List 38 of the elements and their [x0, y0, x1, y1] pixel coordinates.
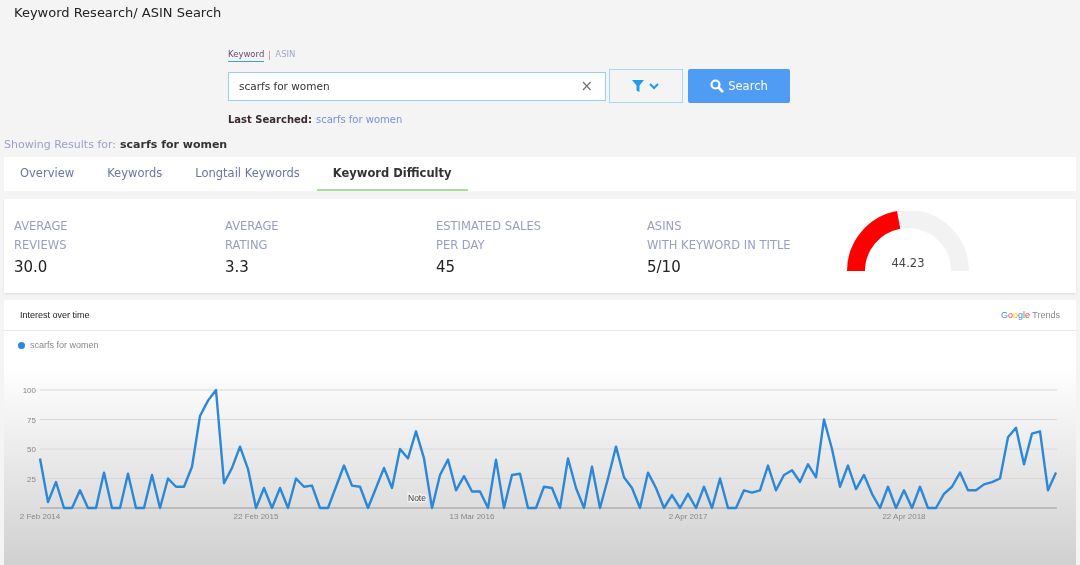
- funnel-icon: [631, 79, 661, 93]
- y-tick-label: 25: [27, 474, 36, 484]
- y-tick-label: 75: [27, 415, 36, 425]
- search-icon: [710, 79, 725, 93]
- results-keyword: scarfs for women: [120, 138, 228, 151]
- tab[interactable]: Overview: [4, 157, 91, 191]
- search-mode-tab[interactable]: Keyword: [228, 49, 265, 62]
- search-button[interactable]: Search: [688, 69, 790, 103]
- x-tick-label: 2 Apr 2017: [668, 512, 708, 521]
- stat-value: 5/10: [647, 258, 682, 276]
- stat-value: 3.3: [225, 258, 250, 276]
- tab[interactable]: Longtail Keywords: [179, 157, 316, 191]
- tab[interactable]: Keyword Difficulty: [316, 157, 468, 191]
- legend-label: scarfs for women: [30, 340, 99, 350]
- search-field[interactable]: scarfs for women ×: [228, 71, 606, 101]
- x-tick-label: 22 Feb 2015: [233, 512, 279, 521]
- y-tick-label: 50: [27, 445, 36, 454]
- x-tick-label: 13 Mar 2016: [449, 512, 495, 521]
- tab[interactable]: Keywords: [91, 157, 179, 191]
- stat-label: AVERAGE RATING: [225, 218, 280, 254]
- page-title: Keyword Research/ ASIN Search: [13, 4, 223, 22]
- stat-label: ASINS WITH KEYWORD IN TITLE: [647, 218, 792, 254]
- x-tick-label: 2 Feb 2014: [19, 512, 61, 521]
- stat-value: 45: [436, 258, 457, 276]
- stat-value: 30.0: [14, 258, 49, 276]
- clear-button[interactable]: ×: [580, 77, 605, 95]
- x-tick-label: 22 Apr 2018: [882, 512, 926, 521]
- y-tick-label: 100: [22, 386, 36, 395]
- note-label[interactable]: Note: [408, 493, 426, 503]
- filter-dropdown[interactable]: [609, 69, 683, 103]
- stat-label: AVERAGE REVIEWS: [14, 218, 69, 254]
- google-trends-logo: Google Trends: [1000, 310, 1060, 320]
- last-searched-label: Last Searched:: [228, 114, 312, 125]
- stat-label: ESTIMATED SALES PER DAY: [436, 218, 543, 254]
- chart-title: Interest over time: [20, 310, 90, 320]
- gauge-reading: 44.23: [890, 256, 926, 270]
- last-searched-link[interactable]: scarfs for women: [316, 114, 403, 125]
- results-label: Showing Results for:: [4, 138, 117, 151]
